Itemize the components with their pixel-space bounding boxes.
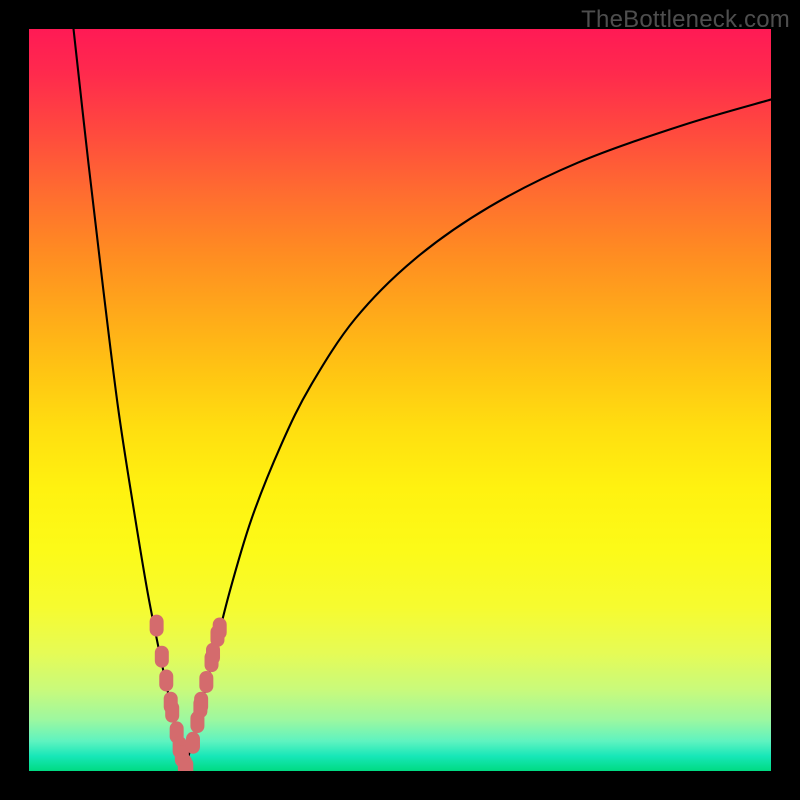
- data-marker: [159, 669, 173, 691]
- marker-group: [150, 615, 227, 771]
- data-marker: [165, 701, 179, 723]
- data-marker: [150, 615, 164, 637]
- bottleneck-curve-right: [185, 99, 771, 771]
- data-marker: [186, 732, 200, 754]
- curve-group: [74, 29, 771, 771]
- watermark-text: TheBottleneck.com: [581, 6, 790, 34]
- data-marker: [155, 646, 169, 668]
- data-marker: [194, 692, 208, 714]
- plot-area: [29, 29, 771, 771]
- curves-layer: [29, 29, 771, 771]
- data-marker: [213, 618, 227, 640]
- chart-frame: TheBottleneck.com: [0, 0, 800, 800]
- data-marker: [199, 671, 213, 693]
- data-marker: [179, 757, 193, 771]
